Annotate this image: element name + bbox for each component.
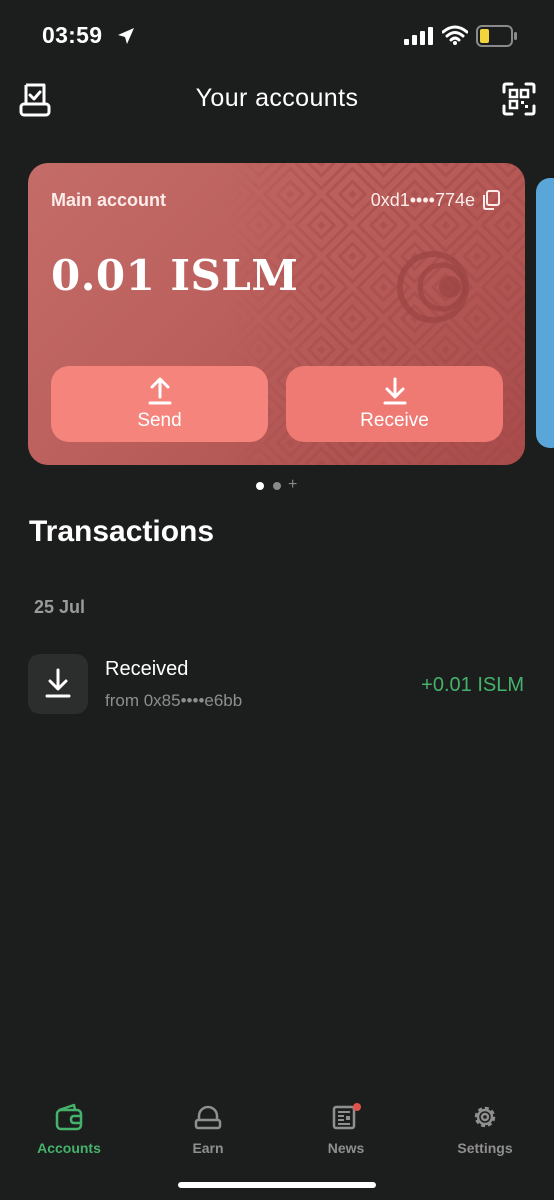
page-title: Your accounts — [195, 84, 359, 112]
wifi-icon — [442, 25, 468, 45]
nav-label-news: News — [327, 1140, 365, 1156]
nav-item-earn[interactable]: Earn — [148, 1102, 268, 1156]
copy-icon[interactable] — [481, 189, 501, 211]
next-account-card-peek[interactable] — [536, 178, 554, 448]
nav-item-settings[interactable]: Settings — [425, 1102, 545, 1156]
account-address: 0xd1••••774e — [370, 190, 475, 210]
account-card[interactable]: Main account 0xd1••••774e 0.01 ISLM Send… — [28, 163, 525, 465]
transaction-subtitle: from 0x85••••e6bb — [105, 691, 243, 710]
status-time: 03:59 — [42, 22, 103, 48]
home-indicator[interactable] — [178, 1182, 376, 1188]
receive-label: Receive — [360, 410, 429, 431]
transaction-row[interactable]: Received from 0x85••••e6bb +0.01 ISLM — [28, 654, 526, 714]
gear-icon — [474, 1106, 496, 1128]
cellular-signal-icon — [404, 27, 433, 45]
status-bar: 03:59 — [0, 0, 554, 70]
bank-icon — [194, 1105, 222, 1130]
download-icon — [45, 668, 71, 698]
nav-label-settings: Settings — [457, 1140, 513, 1156]
transaction-date-header: 25 Jul — [34, 597, 86, 617]
wallet-icon — [55, 1103, 83, 1131]
location-arrow-icon — [118, 28, 134, 44]
qr-scan-icon[interactable] — [502, 82, 536, 116]
transaction-title: Received — [105, 658, 189, 680]
newspaper-icon — [332, 1103, 361, 1130]
pager-dot[interactable] — [273, 482, 281, 490]
nav-label-accounts: Accounts — [37, 1140, 101, 1156]
send-label: Send — [137, 410, 182, 431]
transaction-icon-box — [28, 654, 88, 714]
download-icon — [383, 377, 406, 405]
account-balance: 0.01 ISLM — [51, 251, 299, 300]
transaction-amount: +0.01 ISLM — [421, 674, 524, 696]
upload-icon — [148, 377, 171, 405]
nav-label-earn: Earn — [192, 1140, 224, 1156]
account-name: Main account — [51, 190, 167, 210]
receive-button[interactable]: Receive — [286, 366, 503, 442]
pager-dot-active[interactable] — [256, 482, 264, 490]
transactions-title: Transactions — [29, 515, 215, 548]
nav-item-news[interactable]: News — [286, 1102, 406, 1156]
send-button[interactable]: Send — [51, 366, 268, 442]
add-account-icon[interactable]: + — [288, 476, 297, 494]
nav-item-accounts[interactable]: Accounts — [9, 1102, 129, 1156]
battery-low-icon — [476, 25, 517, 47]
